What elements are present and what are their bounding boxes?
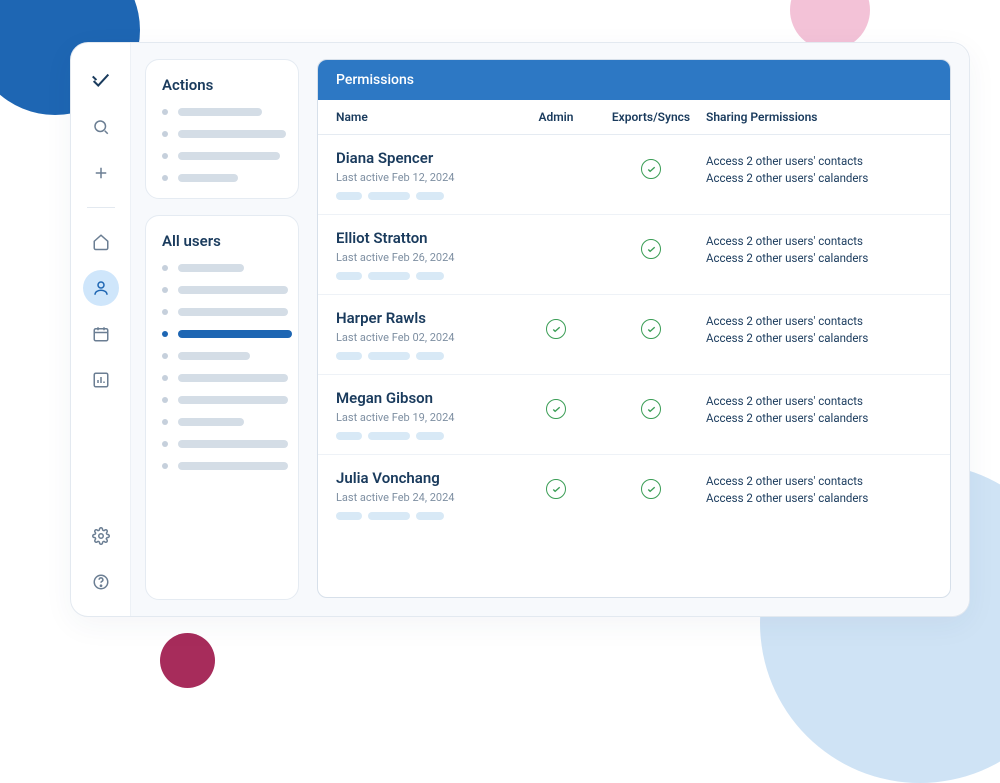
actions-item[interactable]: [162, 130, 282, 138]
user-row[interactable]: Megan Gibson Last active Feb 19, 2024 Ac…: [318, 375, 950, 455]
user-list-item[interactable]: [162, 308, 282, 316]
user-last-active: Last active Feb 24, 2024: [336, 491, 516, 504]
user-list-item[interactable]: [162, 462, 282, 470]
actions-item[interactable]: [162, 152, 282, 160]
user-list-item[interactable]: [162, 374, 282, 382]
actions-card: Actions: [145, 59, 299, 199]
column-name: Name: [336, 110, 516, 124]
decorative-circle: [160, 633, 215, 688]
sharing-line: Access 2 other users' contacts: [706, 393, 932, 410]
settings-icon[interactable]: [83, 518, 119, 554]
check-icon: [546, 399, 566, 419]
column-exports: Exports/Syncs: [596, 110, 706, 124]
sharing-line: Access 2 other users' calanders: [706, 250, 932, 267]
check-icon: [641, 479, 661, 499]
user-tags: [336, 272, 516, 280]
calendar-icon[interactable]: [83, 316, 119, 352]
sharing-line: Access 2 other users' calanders: [706, 410, 932, 427]
home-icon[interactable]: [83, 224, 119, 260]
user-tags: [336, 432, 516, 440]
sharing-line: Access 2 other users' calanders: [706, 330, 932, 347]
sharing-line: Access 2 other users' calanders: [706, 170, 932, 187]
check-icon: [641, 239, 661, 259]
app-window: Actions All users Permissions Name A: [70, 42, 970, 617]
all-users-title: All users: [162, 232, 282, 250]
user-last-active: Last active Feb 12, 2024: [336, 171, 516, 184]
user-name: Julia Vonchang: [336, 469, 516, 487]
user-name: Elliot Stratton: [336, 229, 516, 247]
user-name: Harper Rawls: [336, 309, 516, 327]
user-list-item[interactable]: [162, 396, 282, 404]
user-list-item[interactable]: [162, 352, 282, 360]
help-icon[interactable]: [83, 564, 119, 600]
actions-item[interactable]: [162, 108, 282, 116]
sharing-line: Access 2 other users' calanders: [706, 490, 932, 507]
sharing-line: Access 2 other users' contacts: [706, 153, 932, 170]
user-list-item-active[interactable]: [162, 330, 282, 338]
user-row[interactable]: Elliot Stratton Last active Feb 26, 2024…: [318, 215, 950, 295]
sharing-line: Access 2 other users' contacts: [706, 473, 932, 490]
permissions-title: Permissions: [318, 60, 950, 100]
sharing-line: Access 2 other users' contacts: [706, 313, 932, 330]
user-row[interactable]: Harper Rawls Last active Feb 02, 2024 Ac…: [318, 295, 950, 375]
actions-title: Actions: [162, 76, 282, 94]
user-last-active: Last active Feb 26, 2024: [336, 251, 516, 264]
user-tags: [336, 192, 516, 200]
user-name: Megan Gibson: [336, 389, 516, 407]
search-icon[interactable]: [83, 109, 119, 145]
chart-icon[interactable]: [83, 362, 119, 398]
permissions-panel: Permissions Name Admin Exports/Syncs Sha…: [317, 59, 951, 598]
sharing-line: Access 2 other users' contacts: [706, 233, 932, 250]
user-last-active: Last active Feb 19, 2024: [336, 411, 516, 424]
user-tags: [336, 512, 516, 520]
users-icon[interactable]: [83, 270, 119, 306]
user-list-item[interactable]: [162, 440, 282, 448]
permissions-column-headers: Name Admin Exports/Syncs Sharing Permiss…: [318, 100, 950, 135]
check-icon: [641, 319, 661, 339]
user-tags: [336, 352, 516, 360]
user-row[interactable]: Julia Vonchang Last active Feb 24, 2024 …: [318, 455, 950, 534]
all-users-card: All users: [145, 215, 299, 600]
logo-icon[interactable]: [83, 63, 119, 99]
check-icon: [546, 319, 566, 339]
column-admin: Admin: [516, 110, 596, 124]
side-column: Actions All users: [131, 43, 311, 616]
check-icon: [641, 159, 661, 179]
nav-divider: [87, 207, 115, 208]
check-icon: [546, 479, 566, 499]
user-name: Diana Spencer: [336, 149, 516, 167]
main-area: Permissions Name Admin Exports/Syncs Sha…: [311, 43, 969, 616]
user-list-item[interactable]: [162, 286, 282, 294]
actions-item[interactable]: [162, 174, 282, 182]
user-last-active: Last active Feb 02, 2024: [336, 331, 516, 344]
column-sharing: Sharing Permissions: [706, 110, 932, 124]
user-list-item[interactable]: [162, 264, 282, 272]
nav-rail: [71, 43, 131, 616]
add-icon[interactable]: [83, 155, 119, 191]
user-row[interactable]: Diana Spencer Last active Feb 12, 2024 A…: [318, 135, 950, 215]
user-list-item[interactable]: [162, 418, 282, 426]
check-icon: [641, 399, 661, 419]
